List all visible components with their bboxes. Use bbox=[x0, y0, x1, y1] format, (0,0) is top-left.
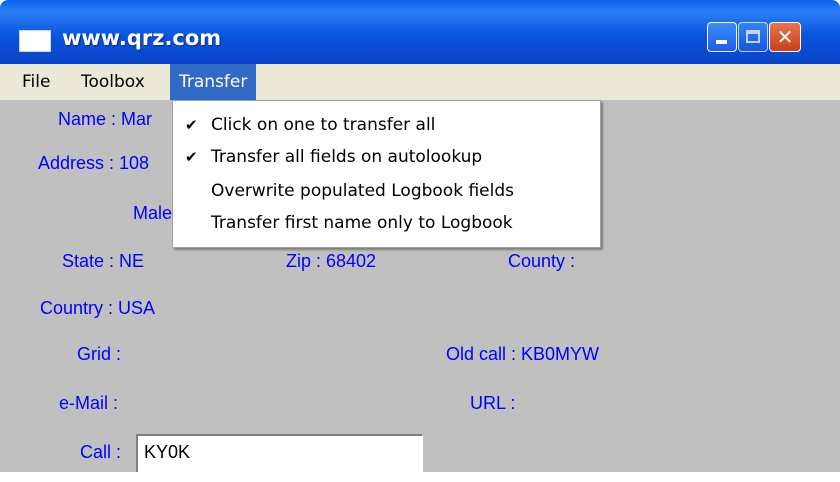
grid-label: Grid : bbox=[77, 344, 122, 364]
minimize-button[interactable] bbox=[707, 22, 737, 52]
checkmark-icon: ✔ bbox=[185, 148, 198, 166]
minimize-icon bbox=[716, 40, 727, 44]
menu-item-label: Transfer first name only to Logbook bbox=[211, 213, 513, 233]
call-label: Call : bbox=[80, 442, 122, 462]
menu-item-label: Click on one to transfer all bbox=[211, 115, 436, 135]
menu-item-label: Overwrite populated Logbook fields bbox=[211, 181, 514, 201]
menu-transfer[interactable]: Transfer bbox=[170, 64, 257, 100]
window-icon[interactable] bbox=[19, 30, 51, 52]
name-label: Name : Mar bbox=[58, 109, 153, 129]
url-label: URL : bbox=[470, 393, 516, 413]
state-label: State : NE bbox=[62, 251, 145, 271]
male-text: Male bbox=[133, 203, 173, 223]
old-call-label: Old call : KB0MYW bbox=[446, 344, 600, 364]
call-input[interactable]: KY0K bbox=[136, 434, 423, 473]
menu-bar: File Toolbox Transfer bbox=[0, 64, 840, 100]
email-label: e-Mail : bbox=[59, 393, 119, 413]
menu-file[interactable]: File bbox=[13, 64, 59, 100]
county-label: County : bbox=[508, 251, 576, 271]
menu-toolbox[interactable]: Toolbox bbox=[72, 64, 154, 100]
maximize-icon bbox=[746, 30, 760, 43]
country-label: Country : USA bbox=[40, 298, 156, 318]
menu-item-label: Transfer all fields on autolookup bbox=[211, 147, 483, 167]
maximize-button[interactable] bbox=[738, 22, 768, 52]
checkmark-icon: ✔ bbox=[185, 116, 198, 134]
qrz-window: www.qrz.com ✕ File Toolbox Transfer Name… bbox=[0, 0, 840, 482]
address-label: Address : 108 bbox=[38, 153, 150, 173]
window-bottom-edge bbox=[0, 472, 840, 482]
menu-item-overwrite-logbook[interactable]: Overwrite populated Logbook fields bbox=[173, 177, 600, 207]
window-title: www.qrz.com bbox=[62, 26, 222, 50]
close-button[interactable]: ✕ bbox=[769, 22, 801, 52]
menu-item-first-name-only[interactable]: Transfer first name only to Logbook bbox=[173, 209, 600, 239]
menu-item-click-on-one[interactable]: ✔ Click on one to transfer all bbox=[173, 111, 600, 141]
menu-item-transfer-autolookup[interactable]: ✔ Transfer all fields on autolookup bbox=[173, 143, 600, 173]
zip-label: Zip : 68402 bbox=[286, 251, 377, 271]
close-icon: ✕ bbox=[776, 25, 794, 49]
transfer-dropdown-menu: ✔ Click on one to transfer all ✔ Transfe… bbox=[172, 100, 601, 248]
title-bar[interactable]: www.qrz.com ✕ bbox=[0, 0, 840, 64]
